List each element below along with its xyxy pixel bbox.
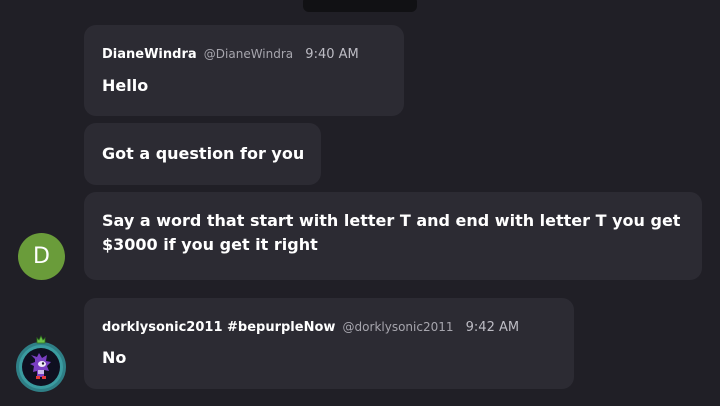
- message-bubble[interactable]: Got a question for you: [84, 123, 321, 185]
- message-bubble[interactable]: Say a word that start with letter T and …: [84, 192, 702, 280]
- purple-hedgehog-avatar-icon: [30, 353, 51, 379]
- message-text: Say a word that start with letter T and …: [102, 211, 681, 254]
- message-header: dorklysonic2011 #bepurpleNow @dorklysoni…: [102, 319, 519, 336]
- message-bubble[interactable]: dorklysonic2011 #bepurpleNow @dorklysoni…: [84, 298, 574, 389]
- message-text: Hello: [102, 76, 149, 95]
- previous-message-stub: [303, 0, 417, 12]
- message-bubble[interactable]: DianeWindra @DianeWindra 9:40 AM Hello: [84, 25, 404, 116]
- avatar-initial: D: [33, 244, 50, 269]
- avatar[interactable]: D: [18, 233, 65, 280]
- author-handle[interactable]: @dorklysonic2011: [343, 320, 454, 334]
- author-name[interactable]: dorklysonic2011 #bepurpleNow: [102, 320, 335, 335]
- green-crown-badge-icon: [36, 335, 46, 344]
- message-timestamp: 9:42 AM: [465, 320, 520, 335]
- message-text: No: [102, 348, 127, 367]
- avatar[interactable]: [16, 342, 66, 392]
- message-timestamp: 9:40 AM: [305, 47, 359, 62]
- author-name[interactable]: DianeWindra: [102, 47, 197, 62]
- message-header: DianeWindra @DianeWindra 9:40 AM: [102, 46, 359, 63]
- author-handle[interactable]: @DianeWindra: [204, 47, 293, 61]
- message-text: Got a question for you: [102, 144, 305, 163]
